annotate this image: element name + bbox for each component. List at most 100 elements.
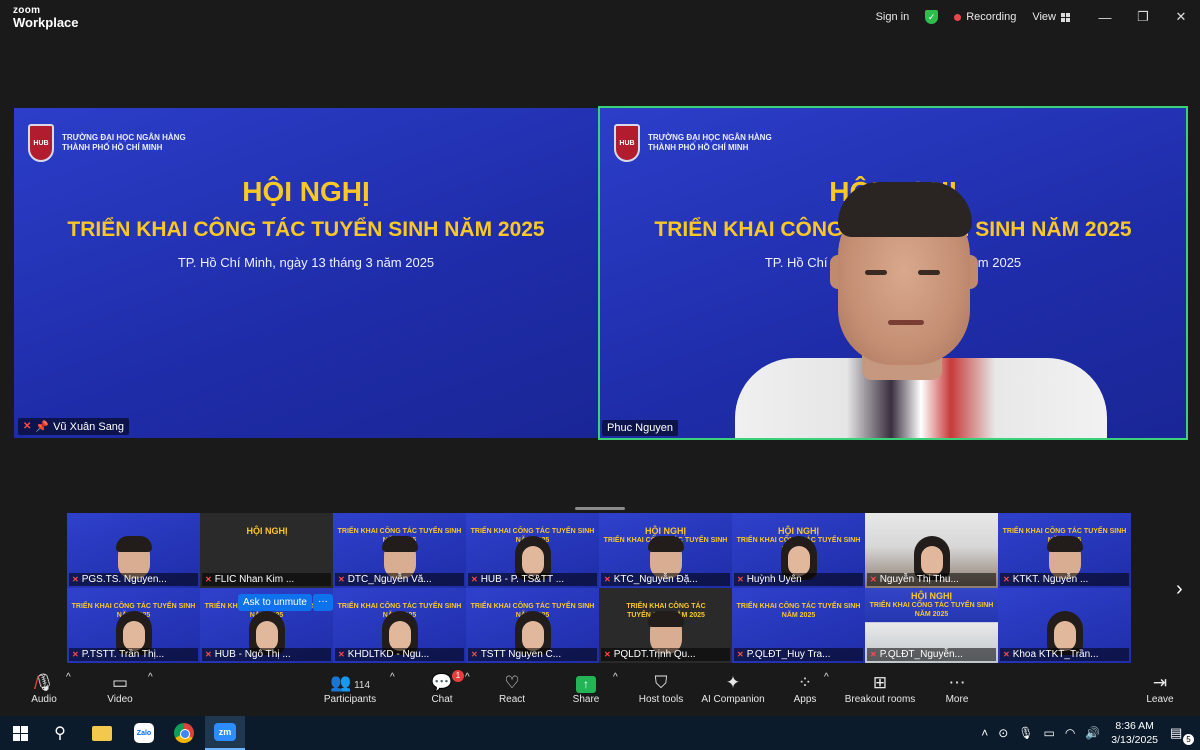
gallery-tile[interactable]: HỘI NGHỊTRIỂN KHAI CÔNG TÁC TUYỂN SINH N… bbox=[599, 513, 732, 588]
gallery-tile[interactable]: ✕ Khoa KTKT_Trần... bbox=[998, 588, 1131, 663]
host-tools-button[interactable]: ⛉ Host tools bbox=[634, 672, 688, 705]
close-button[interactable]: ✕ bbox=[1162, 9, 1200, 25]
gallery-tile[interactable]: TRIỂN KHAI CÔNG TÁC TUYỂN SINH NĂM 2025 … bbox=[732, 588, 865, 663]
mic-muted-icon: ✕ bbox=[737, 575, 744, 584]
shield-icon: ⛉ bbox=[654, 673, 668, 692]
mic-muted-icon: ✕ bbox=[72, 650, 79, 659]
participant-name-tag: Phuc Nguyen bbox=[602, 420, 679, 436]
tile-more-options-button[interactable]: ··· bbox=[313, 594, 333, 611]
maximize-button[interactable]: ❐ bbox=[1124, 9, 1162, 25]
notifications-button[interactable]: ▤ 5 bbox=[1170, 725, 1194, 745]
network-icon[interactable]: ▭ bbox=[1044, 726, 1055, 740]
zoom-logo: zoom Workplace bbox=[13, 6, 79, 30]
gallery-tile[interactable]: TRIỂN KHAI CÔNG TÁC TUYỂN SINH NĂM 2025 … bbox=[333, 588, 466, 663]
grid-view-icon bbox=[1061, 12, 1070, 22]
gallery-strip: ✕ PGS.TS. Nguyen... HỘI NGHỊ ✕ FLIC Nhan K… bbox=[67, 513, 1133, 663]
video-tile-speaker-1[interactable]: HUB TRƯỜNG ĐẠI HỌC NGÂN HÀNG THÀNH PHỐ H… bbox=[14, 108, 598, 438]
participants-options-caret[interactable]: ^ bbox=[390, 672, 395, 683]
zalo-button[interactable]: Zalo bbox=[124, 716, 164, 750]
leave-button[interactable]: ⇥ Leave bbox=[1142, 672, 1178, 705]
breakout-rooms-button[interactable]: ⊞ Breakout rooms bbox=[842, 672, 918, 705]
mic-muted-icon: ✕ bbox=[1003, 650, 1010, 659]
audio-button[interactable]: 🎙 / Audio bbox=[24, 672, 64, 705]
slide-subtitle: TRIỂN KHAI CÔNG TÁC TUYỂN SINH NĂM 2025 bbox=[67, 218, 545, 241]
school-header: HUB TRƯỜNG ĐẠI HỌC NGÂN HÀNG THÀNH PHỐ H… bbox=[28, 124, 186, 162]
zoom-taskbar-button[interactable]: zm bbox=[205, 716, 245, 750]
gallery-tile[interactable]: TRIỂN KHAI CÔNG TÁC TUYỂN SINH NĂM 2025 … bbox=[333, 513, 466, 588]
tray-overflow-icon[interactable]: ˄ bbox=[981, 726, 988, 740]
file-explorer-button[interactable] bbox=[82, 716, 122, 750]
ai-companion-button[interactable]: ✦ AI Companion bbox=[698, 672, 768, 705]
chrome-button[interactable] bbox=[164, 716, 204, 750]
resize-handle[interactable] bbox=[575, 507, 625, 510]
windows-logo-icon bbox=[12, 725, 28, 741]
more-button[interactable]: ⋯ More bbox=[940, 672, 974, 705]
apps-button[interactable]: ⁘ Apps bbox=[788, 672, 822, 705]
gallery-tile[interactable]: HỘI NGHỊTRIỂN KHAI CÔNG TÁC TUYỂN SINH N… bbox=[865, 588, 998, 663]
gallery-tile[interactable]: ✕ Nguyễn Thị Thu... bbox=[865, 513, 998, 588]
participants-icon: 👥 bbox=[329, 673, 352, 692]
meet-now-icon[interactable]: ⊙ bbox=[998, 726, 1008, 740]
encryption-shield-icon[interactable]: ✓ bbox=[925, 10, 939, 24]
chat-options-caret[interactable]: ^ bbox=[465, 672, 470, 683]
mic-muted-icon: ✕ bbox=[338, 575, 345, 584]
apps-options-caret[interactable]: ^ bbox=[824, 672, 829, 683]
school-name-line1: TRƯỜNG ĐẠI HỌC NGÂN HÀNG bbox=[62, 133, 186, 142]
microphone-icon[interactable]: 🎙 bbox=[1018, 726, 1033, 740]
gallery-tile[interactable]: TRIỂN KHAI CÔNG TÁC TUYỂN SINH NĂM 2025 … bbox=[466, 513, 599, 588]
gallery-next-arrow-icon[interactable]: › bbox=[1176, 578, 1183, 601]
mic-muted-icon: ✕ bbox=[604, 575, 611, 584]
start-button[interactable] bbox=[0, 716, 40, 750]
mic-muted-icon: ✕ bbox=[604, 650, 611, 659]
video-options-caret[interactable]: ^ bbox=[148, 672, 153, 683]
view-button[interactable]: View bbox=[1032, 11, 1070, 23]
participants-button[interactable]: 👥 114 Participants bbox=[320, 672, 380, 705]
title-bar: zoom Workplace Sign in ✓ Recording View … bbox=[0, 0, 1200, 36]
mic-muted-icon: ✕ bbox=[471, 575, 478, 584]
gallery-tile[interactable]: TRIỂN KHAI CÔNG TÁC TUYỂN SINH NĂM 2025 … bbox=[67, 588, 200, 663]
sparkle-icon: ✦ bbox=[725, 673, 741, 692]
chat-button[interactable]: 💬 1 Chat bbox=[424, 670, 464, 705]
mic-muted-icon: ✕ bbox=[72, 575, 79, 584]
leave-door-icon: ⇥ bbox=[1152, 673, 1168, 692]
share-button[interactable]: ↑ Share bbox=[568, 672, 604, 705]
gallery-tile[interactable]: HỘI NGHỊTRIỂN KHAI CÔNG TÁC TUYỂN SINH N… bbox=[732, 513, 865, 588]
school-name-line2: THÀNH PHỐ HỒ CHÍ MINH bbox=[62, 143, 163, 152]
sign-in-button[interactable]: Sign in bbox=[876, 11, 910, 23]
school-name-line2: THÀNH PHỐ HỒ CHÍ MINH bbox=[648, 143, 749, 152]
folder-icon bbox=[92, 725, 112, 741]
school-name-line1: TRƯỜNG ĐẠI HỌC NGÂN HÀNG bbox=[648, 133, 772, 142]
system-tray: ˄ ⊙ 🎙 ▭ ◠ 🔊 8:36 AM 3/13/2025 ▤ 5 bbox=[976, 716, 1200, 750]
chat-icon: 💬 bbox=[431, 673, 453, 692]
logo-line2: Workplace bbox=[13, 15, 79, 30]
mic-muted-icon: ✕ bbox=[870, 650, 877, 659]
ask-to-unmute-button[interactable]: Ask to unmute bbox=[238, 594, 312, 611]
windows-taskbar: ⚲ Zalo zm ˄ ⊙ 🎙 ▭ ◠ 🔊 8:36 AM 3/13/2025 … bbox=[0, 716, 1200, 750]
gallery-tile[interactable]: TRIỂN KHAI CÔNG TÁC TUYỂN SINH NĂM 2025 … bbox=[599, 588, 732, 663]
heart-icon: ♡ bbox=[504, 673, 520, 692]
gallery-tile[interactable]: ✕ PGS.TS. Nguyen... bbox=[67, 513, 200, 588]
zoom-meeting-window: zoom Workplace Sign in ✓ Recording View … bbox=[0, 0, 1200, 750]
mic-muted-icon: ✕ bbox=[1003, 575, 1010, 584]
gallery-tile[interactable]: TRIỂN KHAI CÔNG TÁC TUYỂN SINH NĂM 2025 … bbox=[998, 513, 1131, 588]
react-button[interactable]: ♡ React bbox=[494, 672, 530, 705]
meeting-toolbar: 🎙 / Audio ^ ▭ Video ^ 👥 114 Participants ^… bbox=[0, 666, 1200, 716]
gallery-tile[interactable]: TRIỂN KHAI CÔNG TÁC TUYỂN SINH NĂM 2025 … bbox=[466, 588, 599, 663]
share-options-caret[interactable]: ^ bbox=[613, 672, 618, 683]
gallery-tile[interactable]: HỘI NGHỊ ✕ FLIC Nhan Kim ... bbox=[200, 513, 333, 588]
recording-indicator[interactable]: Recording bbox=[954, 11, 1016, 23]
video-button[interactable]: ▭ Video bbox=[100, 672, 140, 705]
search-icon: ⚲ bbox=[54, 725, 66, 742]
minimize-button[interactable]: — bbox=[1086, 10, 1124, 25]
search-button[interactable]: ⚲ bbox=[40, 716, 80, 750]
audio-options-caret[interactable]: ^ bbox=[66, 672, 71, 683]
mic-muted-icon: ✕ bbox=[737, 650, 744, 659]
notification-count: 5 bbox=[1183, 734, 1194, 745]
mic-muted-icon: ✕ bbox=[205, 575, 212, 584]
zalo-icon: Zalo bbox=[134, 723, 154, 743]
volume-icon[interactable]: 🔊 bbox=[1085, 726, 1100, 740]
recording-dot-icon bbox=[954, 13, 962, 21]
mic-muted-icon: ✕ bbox=[471, 650, 478, 659]
wifi-icon[interactable]: ◠ bbox=[1065, 726, 1075, 740]
clock[interactable]: 8:36 AM 3/13/2025 bbox=[1111, 719, 1158, 747]
